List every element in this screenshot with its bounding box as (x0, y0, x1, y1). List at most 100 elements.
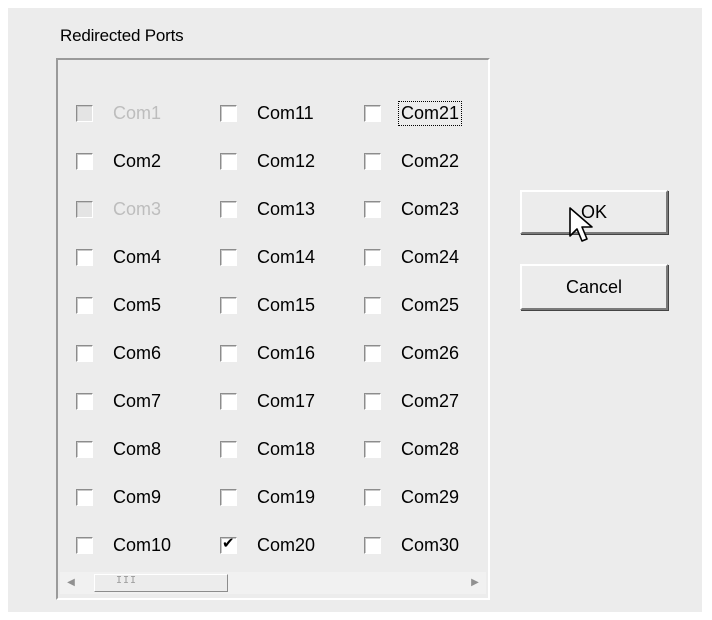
port-label: Com7 (113, 390, 162, 411)
checkbox[interactable] (76, 248, 93, 266)
checkbox[interactable] (364, 296, 381, 314)
arrow-cursor-icon (569, 207, 593, 242)
checkbox[interactable] (220, 344, 237, 362)
horizontal-scrollbar[interactable]: ◀ III ▶ (60, 572, 486, 594)
port-checkbox-com5[interactable]: Com5 (76, 290, 162, 320)
checkbox[interactable] (76, 536, 93, 554)
checkbox[interactable] (364, 440, 381, 458)
port-label: Com24 (401, 246, 460, 267)
port-label: Com22 (401, 150, 460, 171)
port-checkbox-com6[interactable]: Com6 (76, 338, 162, 368)
port-label: Com11 (257, 102, 314, 123)
port-checkbox-com3: Com3 (76, 194, 162, 224)
checkbox[interactable] (76, 440, 93, 458)
checkbox[interactable] (220, 296, 237, 314)
port-checkbox-com27[interactable]: Com27 (364, 386, 460, 416)
port-checkbox-com10[interactable]: Com10 (76, 530, 172, 560)
port-checkbox-com26[interactable]: Com26 (364, 338, 460, 368)
port-checkbox-com2[interactable]: Com2 (76, 146, 162, 176)
port-label: Com19 (257, 486, 316, 507)
checkbox[interactable] (76, 152, 93, 170)
port-checkbox-com19[interactable]: Com19 (220, 482, 316, 512)
port-label: Com4 (113, 246, 162, 267)
scroll-left-arrow-icon[interactable]: ◀ (62, 574, 80, 592)
checkbox[interactable] (220, 152, 237, 170)
port-checkbox-com29[interactable]: Com29 (364, 482, 460, 512)
scrollbar-thumb[interactable] (94, 574, 228, 592)
ok-button[interactable]: OK (520, 190, 668, 234)
port-checkbox-com28[interactable]: Com28 (364, 434, 460, 464)
ports-group-box: Com1 Com2 Com3 Com4 Com5 Com6 Com7 Com8 Com9 Com1… (56, 58, 490, 600)
port-label: Com9 (113, 486, 162, 507)
port-label: Com14 (257, 246, 316, 267)
port-checkbox-com22[interactable]: Com22 (364, 146, 460, 176)
checkbox[interactable] (220, 440, 237, 458)
checkbox[interactable] (364, 104, 381, 122)
port-label: Com23 (401, 198, 460, 219)
cancel-button[interactable]: Cancel (520, 264, 668, 310)
checkbox[interactable] (76, 296, 93, 314)
port-checkbox-com14[interactable]: Com14 (220, 242, 316, 272)
checkbox[interactable] (364, 200, 381, 218)
port-label: Com15 (257, 294, 316, 315)
port-checkbox-com12[interactable]: Com12 (220, 146, 316, 176)
checkbox[interactable] (76, 488, 93, 506)
checkbox[interactable] (364, 344, 381, 362)
port-label: Com26 (401, 342, 460, 363)
port-checkbox-list: Com1 Com2 Com3 Com4 Com5 Com6 Com7 Com8 Com9 Com1… (58, 60, 488, 570)
port-label: Com8 (113, 438, 162, 459)
port-checkbox-com13[interactable]: Com13 (220, 194, 316, 224)
port-checkbox-com9[interactable]: Com9 (76, 482, 162, 512)
port-label: Com21 (397, 100, 463, 126)
checkbox (76, 200, 93, 218)
checkbox[interactable] (220, 248, 237, 266)
checkmark-icon: ✔ (222, 533, 235, 552)
port-label: Com17 (257, 390, 316, 411)
port-label: Com25 (401, 294, 460, 315)
port-checkbox-com7[interactable]: Com7 (76, 386, 162, 416)
checkbox[interactable] (364, 392, 381, 410)
port-checkbox-com16[interactable]: Com16 (220, 338, 316, 368)
checkbox[interactable] (364, 152, 381, 170)
checkbox[interactable] (364, 248, 381, 266)
port-checkbox-com8[interactable]: Com8 (76, 434, 162, 464)
port-label: Com28 (401, 438, 460, 459)
port-label: Com12 (257, 150, 316, 171)
port-checkbox-com20[interactable]: ✔ Com20 (220, 530, 316, 560)
port-checkbox-com1: Com1 (76, 98, 162, 128)
group-title: Redirected Ports (60, 26, 184, 45)
port-checkbox-com25[interactable]: Com25 (364, 290, 460, 320)
port-label: Com18 (257, 438, 316, 459)
port-label: Com29 (401, 486, 460, 507)
redirected-ports-dialog: Redirected Ports Com1 Com2 Com3 Com4 Com5 Com… (8, 8, 702, 612)
port-checkbox-com21[interactable]: Com21 (364, 98, 463, 128)
checkbox[interactable] (76, 392, 93, 410)
port-label: Com10 (113, 534, 172, 555)
checkbox[interactable] (220, 488, 237, 506)
checkbox[interactable] (220, 104, 237, 122)
checkbox (76, 104, 93, 122)
port-label: Com30 (401, 534, 460, 555)
port-checkbox-com17[interactable]: Com17 (220, 386, 316, 416)
checkbox[interactable] (220, 200, 237, 218)
port-label: Com20 (257, 534, 316, 555)
checkbox[interactable] (220, 392, 237, 410)
port-checkbox-com18[interactable]: Com18 (220, 434, 316, 464)
port-checkbox-com23[interactable]: Com23 (364, 194, 460, 224)
port-checkbox-com11[interactable]: Com11 (220, 98, 315, 128)
port-label: Com1 (113, 102, 162, 123)
port-checkbox-com15[interactable]: Com15 (220, 290, 316, 320)
checkbox[interactable]: ✔ (220, 533, 237, 554)
port-label: Com2 (113, 150, 162, 171)
port-label: Com5 (113, 294, 162, 315)
checkbox[interactable] (76, 344, 93, 362)
port-label: Com3 (113, 198, 162, 219)
port-checkbox-com30[interactable]: Com30 (364, 530, 460, 560)
port-checkbox-com24[interactable]: Com24 (364, 242, 460, 272)
checkbox[interactable] (364, 536, 381, 554)
checkbox[interactable] (364, 488, 381, 506)
scroll-right-arrow-icon[interactable]: ▶ (466, 574, 484, 592)
port-label: Com13 (257, 198, 316, 219)
port-label: Com27 (401, 390, 460, 411)
port-checkbox-com4[interactable]: Com4 (76, 242, 162, 272)
